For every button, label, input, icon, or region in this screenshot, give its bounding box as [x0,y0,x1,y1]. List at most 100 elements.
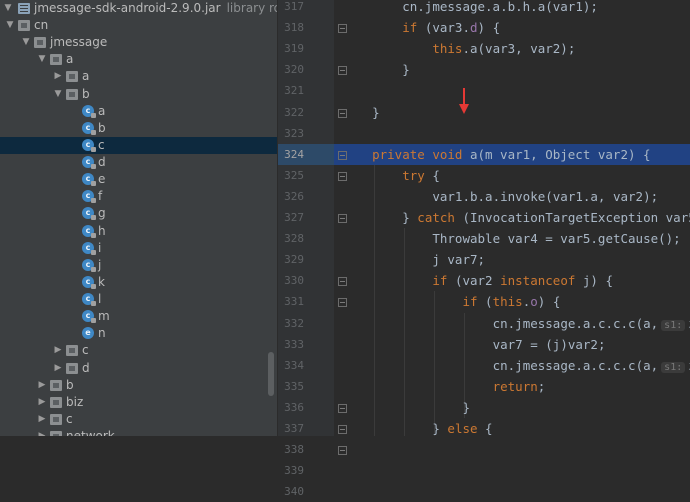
fold-marker-icon[interactable] [338,66,347,76]
tree-row-class-e[interactable]: ce [0,171,277,188]
gutter-line[interactable]: 322 [278,102,334,123]
tree-row-package-b[interactable]: ▶ b [0,377,277,394]
tree-row-class-d[interactable]: cd [0,154,277,171]
code-line[interactable]: try { [334,165,690,186]
gutter-line[interactable]: 330 [278,270,334,291]
tree-row-package-b[interactable]: ▼ b [0,86,277,103]
tree-row-label: g [98,206,106,221]
code-line[interactable]: } catch (InvocationTargetException var5)… [334,207,690,228]
tree-row-package-cn[interactable]: ▼ cn [0,17,277,34]
gutter-line[interactable]: 323 [278,123,334,144]
expand-arrow-icon[interactable]: ▼ [2,0,14,17]
tree-row-package-c[interactable]: ▶ c [0,342,277,359]
gutter-line[interactable]: 339 [278,460,334,481]
code-line[interactable]: j var7; [334,249,690,270]
expand-arrow-icon[interactable]: ▶ [52,342,64,359]
code-line[interactable]: } [334,397,690,418]
tree-row-jar[interactable]: ▼ jmessage-sdk-android-2.9.0.jar library … [0,0,277,17]
tree-row-class-c[interactable]: cc [0,136,277,154]
tree-row-class-i[interactable]: ci [0,240,277,257]
tree-row-class-n[interactable]: en [0,325,277,342]
gutter-line[interactable]: 324 [278,143,334,165]
code-line[interactable]: } else { [334,418,690,436]
tree-row-class-f[interactable]: cf [0,188,277,205]
tree-row-class-b[interactable]: cb [0,120,277,137]
gutter-line[interactable]: 326 [278,186,334,207]
fold-marker-icon[interactable] [338,171,347,181]
fold-marker-icon[interactable] [338,446,347,456]
code-line[interactable]: private void a(m var1, Object var2) { [334,143,690,165]
gutter-line[interactable]: 321 [278,80,334,101]
tree-row-class-k[interactable]: ck [0,274,277,291]
collapse-arrow-icon[interactable]: ▼ [20,34,32,51]
gutter-line[interactable]: 327 [278,207,334,228]
expand-arrow-icon[interactable]: ▶ [36,377,48,394]
gutter-line[interactable]: 336 [278,397,334,418]
tree-row-class-a[interactable]: ca [0,103,277,120]
gutter-line[interactable]: 329 [278,249,334,270]
gutter-line[interactable]: 334 [278,355,334,376]
code-line[interactable]: } [334,102,690,123]
code-line[interactable]: cn.jmessage.a.c.c.c(a,s1:z[4] [334,313,690,334]
line-number: 323 [284,126,304,140]
expand-arrow-icon[interactable]: ▶ [52,360,64,377]
expand-arrow-icon[interactable]: ▶ [36,411,48,428]
expand-arrow-icon[interactable]: ▶ [52,68,64,85]
fold-marker-icon[interactable] [338,150,347,160]
gutter-line[interactable]: 335 [278,376,334,397]
gutter-line[interactable]: 332 [278,313,334,334]
gutter-line[interactable]: 320 [278,59,334,80]
code-line[interactable]: if (this.o) { [334,291,690,312]
fold-marker-icon[interactable] [338,108,347,118]
gutter-line[interactable]: 318 [278,17,334,38]
tree-row-package-biz[interactable]: ▶ biz [0,394,277,411]
field-token: o [530,294,538,310]
collapse-arrow-icon[interactable]: ▼ [36,51,48,68]
tree-row-class-m[interactable]: cm [0,308,277,325]
tree-scrollbar[interactable] [268,352,274,396]
code-line[interactable]: } [334,59,690,80]
gutter-line[interactable]: 340 [278,481,334,502]
tree-row-package-c[interactable]: ▶ c [0,411,277,428]
code-line[interactable]: var7 = (j)var2; [334,334,690,355]
collapse-arrow-icon[interactable]: ▼ [4,17,16,34]
code-line[interactable]: this.a(var3, var2); [334,38,690,59]
gutter-line[interactable]: 319 [278,38,334,59]
tree-row-label: i [98,240,102,255]
code-line[interactable]: return; [334,376,690,397]
fold-marker-icon[interactable] [338,298,347,308]
code-line[interactable] [334,123,690,144]
fold-marker-icon[interactable] [338,277,347,287]
expand-arrow-icon[interactable]: ▶ [36,394,48,411]
line-number: 340 [284,485,304,499]
tree-row-package-jmessage[interactable]: ▼ jmessage [0,34,277,51]
gutter-line[interactable]: 317 [278,0,334,17]
fold-marker-icon[interactable] [338,425,347,434]
fold-marker-icon[interactable] [338,403,347,413]
tree-row-class-l[interactable]: cl [0,291,277,308]
code-line[interactable]: var1.b.a.invoke(var1.a, var2); [334,186,690,207]
gutter-line[interactable]: 331 [278,291,334,312]
code-line[interactable]: Throwable var4 = var5.getCause(); [334,228,690,249]
tree-row-class-g[interactable]: cg [0,205,277,222]
code-editor[interactable]: cn.jmessage.a.b.h.a(var1); if (var3.d) {t… [334,0,690,436]
tree-row-package-a[interactable]: ▼ a [0,51,277,68]
code-line[interactable]: if (var3.d) { [334,17,690,38]
tree-row-class-h[interactable]: ch [0,223,277,240]
fold-marker-icon[interactable] [338,214,347,223]
gutter-line[interactable]: 333 [278,334,334,355]
code-line[interactable]: cn.jmessage.a.c.c.c(a,s1:z[5] [334,355,690,376]
gutter-line[interactable]: 338 [278,439,334,460]
code-line[interactable]: if (var2 instanceof j) { [334,270,690,291]
tree-row-package-network[interactable]: ▶ network [0,428,277,436]
tree-row-package-a[interactable]: ▶ a [0,68,277,85]
gutter-line[interactable]: 328 [278,228,334,249]
collapse-arrow-icon[interactable]: ▼ [52,86,64,103]
tree-row-class-j[interactable]: cj [0,257,277,274]
code-line[interactable] [334,80,690,101]
code-line[interactable]: cn.jmessage.a.b.h.a(var1); [334,0,690,17]
expand-arrow-icon[interactable]: ▶ [36,428,48,436]
gutter-line[interactable]: 325 [278,165,334,186]
fold-marker-icon[interactable] [338,24,347,34]
tree-row-package-d[interactable]: ▶ d [0,360,277,377]
